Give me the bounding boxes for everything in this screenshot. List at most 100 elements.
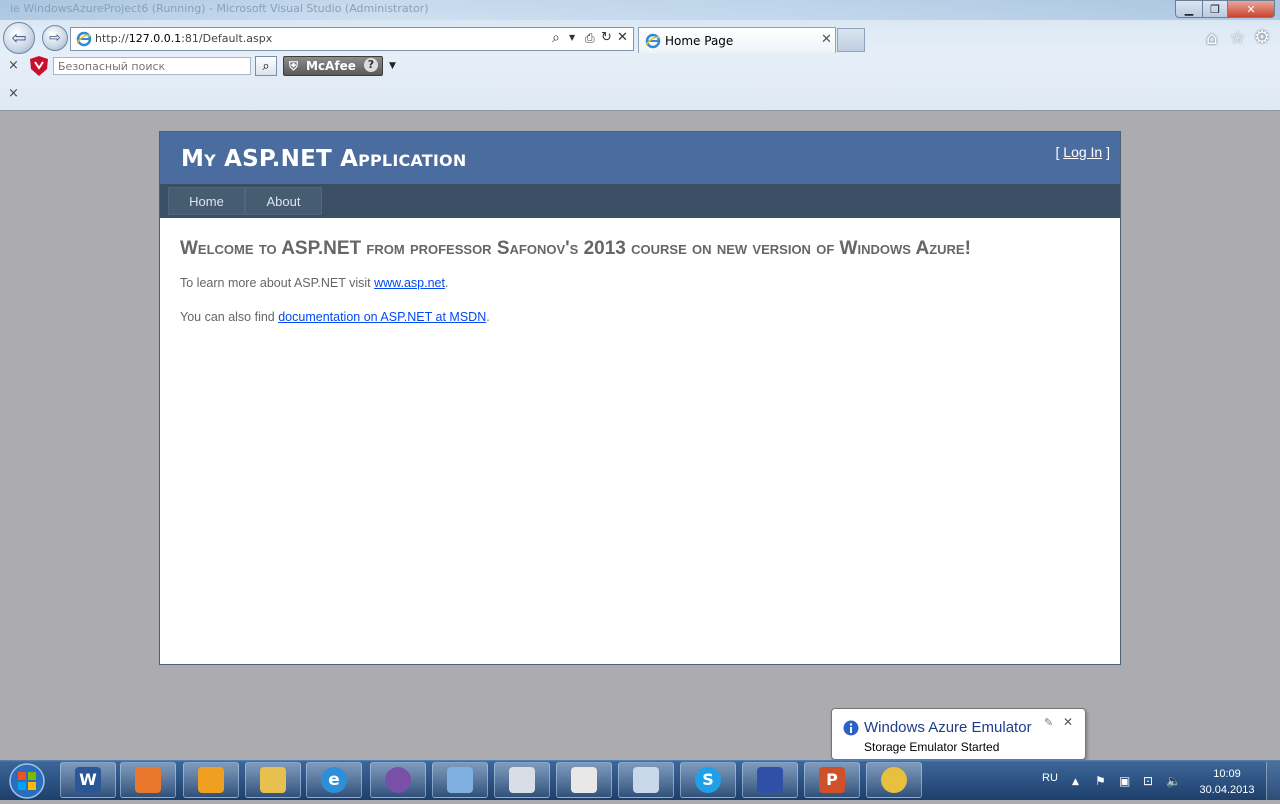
language-indicator[interactable]: RU bbox=[1042, 772, 1058, 784]
tab-home-page[interactable]: Home Page ✕ bbox=[638, 27, 836, 53]
dropdown-arrow-icon[interactable]: ▼ bbox=[569, 33, 575, 42]
login-bracket-close: ] bbox=[1106, 144, 1110, 160]
para1-text: To learn more about ASP.NET visit bbox=[180, 276, 375, 290]
home-icon[interactable]: ⌂ bbox=[1206, 28, 1217, 49]
safe-search-input[interactable] bbox=[53, 57, 251, 75]
outlook-icon bbox=[198, 767, 224, 793]
skype-icon: S bbox=[695, 767, 721, 793]
search-button[interactable]: ⌕ bbox=[255, 56, 277, 76]
login-link[interactable]: Log In bbox=[1063, 144, 1102, 160]
floppy-save-icon bbox=[757, 767, 783, 793]
text-editor-icon bbox=[509, 767, 535, 793]
mcafee-shield-icon bbox=[30, 56, 48, 76]
taskbar-app-calculator-grid[interactable] bbox=[556, 762, 612, 798]
powerpoint-icon: P bbox=[819, 767, 845, 793]
window-title: ie WindowsAzureProject6 (Running) - Micr… bbox=[10, 2, 429, 15]
clock[interactable]: 10:09 30.04.2013 bbox=[1196, 766, 1258, 798]
gear-icon[interactable]: ⚙ bbox=[1254, 27, 1270, 48]
notification-title: Windows Azure Emulator bbox=[864, 719, 1032, 736]
para2-text: You can also find bbox=[180, 310, 279, 324]
para-learn-more: To learn more about ASP.NET visit www.as… bbox=[180, 276, 448, 290]
refresh-icon[interactable]: ↻ bbox=[601, 30, 612, 45]
taskbar-app-media-player[interactable] bbox=[120, 762, 176, 798]
volume-muted-icon[interactable]: 🔈 bbox=[1166, 774, 1181, 788]
asp-net-link[interactable]: www.asp.net bbox=[374, 276, 445, 290]
device-icon[interactable]: ▣ bbox=[1119, 774, 1130, 788]
network-icon[interactable]: ⊡ bbox=[1143, 774, 1153, 788]
notification-message: Storage Emulator Started bbox=[864, 740, 1000, 754]
msdn-docs-link[interactable]: documentation on ASP.NET at MSDN bbox=[278, 310, 486, 324]
para1-end: . bbox=[444, 276, 449, 290]
restore-button[interactable]: ❐ bbox=[1202, 0, 1228, 18]
windows-logo-icon bbox=[9, 763, 45, 799]
address-bar[interactable]: http://127.0.0.1:81/Default.aspx ⌕ ▼ ⎙ ↻… bbox=[70, 27, 634, 51]
minimize-button[interactable]: ▁ bbox=[1175, 0, 1203, 18]
login-display: [ Log In ] bbox=[1056, 144, 1111, 160]
menu-item-about[interactable]: About bbox=[245, 187, 322, 215]
taskbar-app-outlook[interactable] bbox=[183, 762, 239, 798]
info-icon bbox=[843, 720, 859, 736]
clock-date: 30.04.2013 bbox=[1199, 784, 1255, 796]
para2-end: . bbox=[486, 310, 490, 324]
show-desktop-button[interactable] bbox=[1266, 762, 1280, 800]
compatibility-icon[interactable]: ⎙ bbox=[585, 31, 595, 46]
para-documentation: You can also find documentation on ASP.N… bbox=[180, 310, 490, 324]
help-icon[interactable]: ? bbox=[364, 58, 378, 72]
taskbar-app-explorer[interactable] bbox=[245, 762, 301, 798]
calculator-grid-icon bbox=[571, 767, 597, 793]
visual-studio-icon bbox=[385, 767, 411, 793]
taskbar-app-skype[interactable]: S bbox=[680, 762, 736, 798]
menu-item-home[interactable]: Home bbox=[168, 187, 245, 215]
toolbar2-close-icon[interactable]: × bbox=[8, 86, 19, 101]
calculator-icon bbox=[633, 767, 659, 793]
forward-arrow-icon: ⇨ bbox=[49, 30, 61, 46]
stop-icon[interactable]: ✕ bbox=[617, 30, 628, 45]
media-player-icon bbox=[135, 767, 161, 793]
taskbar-app-visual-studio[interactable] bbox=[370, 762, 426, 798]
taskbar-app-save[interactable] bbox=[742, 762, 798, 798]
paint-icon bbox=[881, 767, 907, 793]
taskbar-app-calculator[interactable] bbox=[618, 762, 674, 798]
ie-page-icon bbox=[76, 31, 92, 47]
taskbar-app-word[interactable]: W bbox=[60, 762, 116, 798]
taskbar-app-powerpoint[interactable]: P bbox=[804, 762, 860, 798]
show-hidden-icons[interactable]: ▲ bbox=[1072, 777, 1079, 787]
forward-button[interactable]: ⇨ bbox=[42, 25, 68, 51]
mcafee-badge-icon: ⛨ bbox=[289, 59, 299, 73]
notification-close-icon[interactable]: ✕ bbox=[1063, 715, 1073, 729]
word-icon: W bbox=[75, 767, 101, 793]
site-header: My ASP.NET Application [ Log In ] bbox=[160, 132, 1120, 184]
back-button[interactable]: ⇦ bbox=[3, 22, 35, 54]
login-bracket-open: [ bbox=[1055, 144, 1060, 160]
mcafee-button[interactable]: ⛨ McAfee ? bbox=[283, 56, 383, 76]
taskbar-app-paint[interactable] bbox=[866, 762, 922, 798]
toolbar-close-icon[interactable]: × bbox=[8, 58, 19, 73]
mcafee-dropdown-icon[interactable]: ▼ bbox=[389, 61, 396, 71]
back-arrow-icon: ⇦ bbox=[11, 27, 27, 49]
search-icon[interactable]: ⌕ bbox=[552, 30, 560, 46]
page-container: My ASP.NET Application [ Log In ] Home A… bbox=[159, 131, 1121, 665]
window-close-button[interactable]: ✕ bbox=[1227, 0, 1275, 18]
tab-close-icon[interactable]: ✕ bbox=[821, 32, 832, 47]
new-tab-button[interactable] bbox=[837, 28, 865, 52]
mcafee-label: McAfee bbox=[306, 59, 356, 73]
browser-chrome: ie WindowsAzureProject6 (Running) - Micr… bbox=[0, 0, 1280, 111]
wrench-options-icon[interactable]: ✎ bbox=[1044, 716, 1053, 729]
cube-icon bbox=[447, 767, 473, 793]
welcome-heading: Welcome to ASP.NET from professor Safono… bbox=[180, 238, 971, 259]
app-title: My ASP.NET Application bbox=[181, 146, 467, 172]
internet-explorer-icon: e bbox=[321, 767, 347, 793]
start-button[interactable] bbox=[2, 762, 52, 800]
action-center-flag-icon[interactable]: ⚑ bbox=[1095, 774, 1106, 788]
explorer-icon bbox=[260, 767, 286, 793]
nav-menu: Home About bbox=[160, 184, 1120, 218]
taskbar-app-cube[interactable] bbox=[432, 762, 488, 798]
emulator-notification[interactable]: Windows Azure Emulator Storage Emulator … bbox=[831, 708, 1086, 760]
tab-label: Home Page bbox=[665, 34, 734, 48]
magnifier-icon: ⌕ bbox=[262, 58, 270, 74]
taskbar-app-text-editor[interactable] bbox=[494, 762, 550, 798]
favorites-star-icon[interactable]: ☆ bbox=[1230, 28, 1245, 48]
clock-time: 10:09 bbox=[1213, 768, 1241, 780]
taskbar-app-ie[interactable]: e bbox=[306, 762, 362, 798]
address-text: http://127.0.0.1:81/Default.aspx bbox=[95, 32, 273, 45]
